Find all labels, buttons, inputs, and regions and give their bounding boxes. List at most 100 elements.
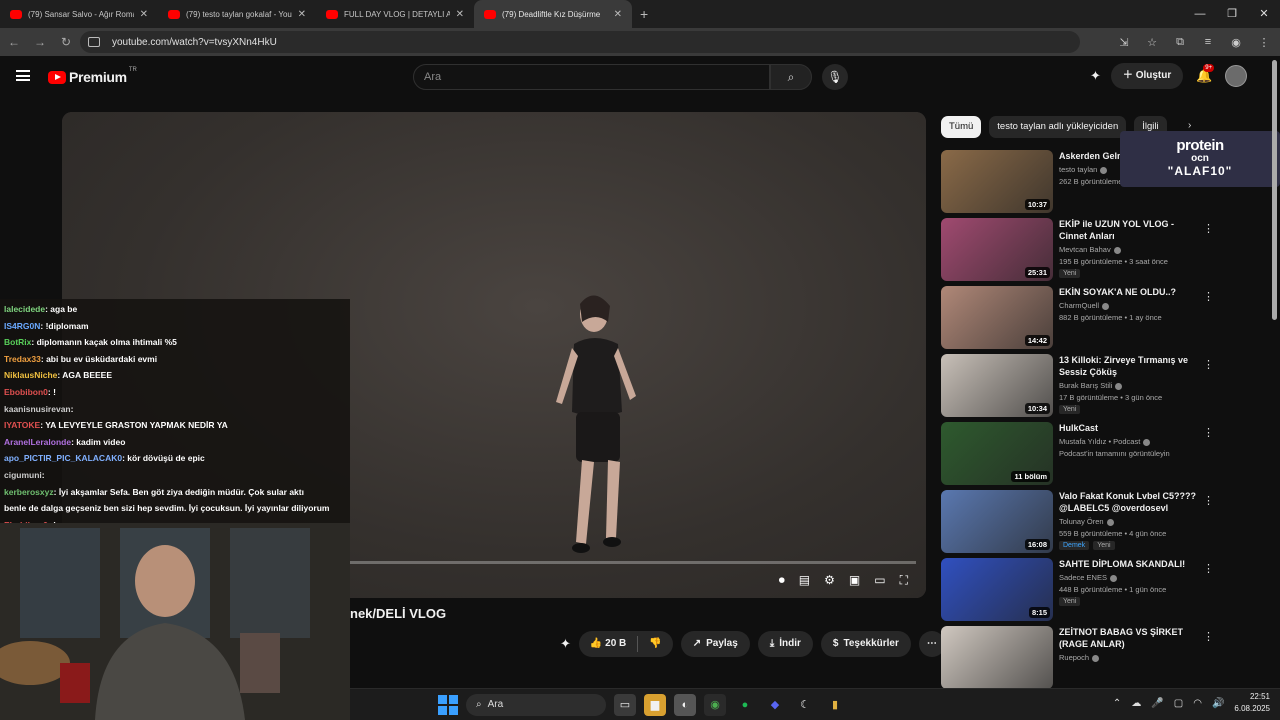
install-icon[interactable]: ⇲ [1116,36,1132,49]
tab-close-icon[interactable]: ✕ [456,9,464,20]
video-thumbnail[interactable]: 10:37 [941,150,1053,213]
chevron-right-icon[interactable]: › [1188,120,1191,131]
subtitles-icon[interactable]: ▤ [799,573,810,587]
more-options-icon[interactable]: ⋮ [1203,222,1214,235]
share-button[interactable]: ↗ Paylaş [680,631,750,657]
task-view-icon[interactable]: ▭ [614,694,636,716]
tray-cloud-icon[interactable]: ☁ [1131,698,1141,709]
autoplay-toggle-icon[interactable]: ⏺ [779,573,785,588]
spotify-icon[interactable]: ● [734,694,756,716]
recommended-video[interactable]: 16:08 Valo Fakat Konuk Lvbel C5???? @LABE… [941,490,1271,558]
recommended-video[interactable]: 14:42 EKİN SOYAK'A NE OLDU..? CharmQuell 88… [941,286,1271,354]
video-title[interactable]: HulkCast [1059,422,1197,434]
forward-icon[interactable]: → [28,35,52,49]
tray-wifi-icon[interactable]: ◠ [1193,698,1202,709]
search-input[interactable]: Ara [413,64,770,90]
recommended-video[interactable]: ZEİTNOT BABAG VS ŞİRKET (RAGE ANLAR) Ruep… [941,626,1271,694]
video-title[interactable]: EKİN SOYAK'A NE OLDU..? [1059,286,1197,298]
filter-chip[interactable]: testo taylan adlı yükleyiciden [989,116,1127,138]
channel-name[interactable]: Sadece ENES [1059,573,1197,582]
close-window-icon[interactable]: ✕ [1248,0,1280,28]
tray-volume-icon[interactable]: 🔊 [1212,698,1224,709]
recommended-video[interactable]: 10:34 13 Killoki: Zirveye Tırmanış ve Ses… [941,354,1271,422]
browser-tab[interactable]: (79) testo taylan gokalaf - YouT ✕ [158,0,316,28]
browser-tab[interactable]: FULL DAY VLOG | DETAYLI ANTRE ✕ [316,0,474,28]
tab-close-icon[interactable]: ✕ [140,9,148,20]
more-options-icon[interactable]: ⋮ [1203,562,1214,575]
more-options-icon[interactable]: ⋮ [1203,630,1214,643]
recommended-video[interactable]: 8:15 SAHTE DİPLOMA SKANDALI! Sadece ENES 44… [941,558,1271,626]
channel-name[interactable]: Ruepoch [1059,653,1197,662]
recommended-video[interactable]: 11 bölüm HulkCast Mustafa Yıldız • Podcast… [941,422,1271,490]
channel-name[interactable]: Mustafa Yıldız • Podcast [1059,437,1197,446]
taskbar-search[interactable]: ⌕ Ara [466,694,606,716]
video-title[interactable]: ZEİTNOT BABAG VS ŞİRKET (RAGE ANLAR) [1059,626,1197,650]
menu-icon[interactable] [16,70,30,81]
tab-close-icon[interactable]: ✕ [614,9,622,20]
thanks-button[interactable]: $ Teşekkürler [820,631,911,657]
theater-mode-icon[interactable]: ▭ [874,573,885,587]
browser-tab[interactable]: (79) Deadliftle Kız Düşürme ✕ [474,0,632,28]
site-info-icon[interactable] [88,37,100,47]
create-button[interactable]: ＋ Oluştur [1110,63,1184,89]
channel-name[interactable]: Mevtcan Bahav [1059,245,1197,254]
premium-icon[interactable]: ✦ [1090,68,1101,84]
minimize-icon[interactable]: — [1184,0,1216,28]
more-options-icon[interactable]: ⋮ [1203,290,1214,303]
tray-mic-icon[interactable]: 🎤 [1151,698,1163,709]
video-title[interactable]: Valo Fakat Konuk Lvbel C5???? @LABELC5 @… [1059,490,1197,514]
video-thumbnail[interactable]: 8:15 [941,558,1053,621]
bookmark-star-icon[interactable]: ☆ [1144,36,1160,49]
app-icon-2[interactable]: ▮ [824,694,846,716]
download-button[interactable]: ⤓ İndir [757,631,813,657]
video-thumbnail[interactable]: 10:34 [941,354,1053,417]
recommended-video[interactable]: 25:31 EKİP ile UZUN YOL VLOG - Cinnet Anl… [941,218,1271,286]
windows-start-icon[interactable] [438,695,458,715]
video-thumbnail[interactable]: 16:08 [941,490,1053,553]
fullscreen-icon[interactable]: ⛶ [900,573,908,588]
channel-name[interactable]: Burak Barış Stili [1059,381,1197,390]
app-icon[interactable]: ☾ [794,694,816,716]
profile-icon[interactable]: ◉ [1228,36,1244,49]
video-title[interactable]: SAHTE DİPLOMA SKANDALI! [1059,558,1197,570]
video-thumbnail[interactable] [941,626,1053,689]
restore-icon[interactable]: ❐ [1216,0,1248,28]
video-title[interactable]: 13 Killoki: Zirveye Tırmanış ve Sessiz Ç… [1059,354,1197,378]
tray-expand-icon[interactable]: ⌃ [1113,698,1121,709]
browser-menu-icon[interactable]: ⋮ [1256,36,1272,49]
dislike-button[interactable]: 👎 [638,631,672,657]
more-options-icon[interactable]: ⋮ [1203,358,1214,371]
notifications-icon[interactable]: 🔔 9+ [1193,64,1215,84]
video-thumbnail[interactable]: 25:31 [941,218,1053,281]
scrollbar-thumb[interactable] [1272,60,1277,320]
page-scrollbar[interactable] [1270,60,1278,690]
back-icon[interactable]: ← [2,35,26,49]
video-thumbnail[interactable]: 14:42 [941,286,1053,349]
media-control-icon[interactable]: ≡ [1200,36,1216,48]
video-thumbnail[interactable]: 11 bölüm [941,422,1053,485]
account-avatar[interactable] [1225,65,1248,87]
search-button[interactable]: ⌕ [770,64,812,90]
file-explorer-icon[interactable]: ▆ [644,694,666,716]
tab-close-icon[interactable]: ✕ [298,9,306,20]
miniplayer-icon[interactable]: ▣ [849,573,860,587]
like-button[interactable]: 👍 20 B [579,631,637,657]
filter-chip[interactable]: Tümü [941,116,982,138]
youtube-logo[interactable]: Premium TR [48,67,137,85]
discord-icon[interactable]: ◆ [764,694,786,716]
more-options-icon[interactable]: ⋮ [1203,494,1214,507]
browser-tab[interactable]: (79) Sansar Salvo - Ağır Roman ✕ [0,0,158,28]
chrome-icon[interactable]: ◉ [704,694,726,716]
voice-search-icon[interactable]: 🎙 [822,64,848,90]
url-bar[interactable]: youtube.com/watch?v=tvsyXNn4HkU [80,31,1080,53]
taskbar-clock[interactable]: 22:51 6.08.2025 [1234,691,1270,715]
more-options-icon[interactable]: ⋮ [1203,426,1214,439]
channel-name[interactable]: CharmQuell [1059,301,1197,310]
settings-gear-icon[interactable]: ⚙ [824,573,835,587]
channel-name[interactable]: Tolunay Ören [1059,517,1197,526]
new-tab-icon[interactable]: + [640,6,648,22]
reload-icon[interactable]: ↻ [54,35,78,49]
video-title[interactable]: EKİP ile UZUN YOL VLOG - Cinnet Anları [1059,218,1197,242]
tray-display-icon[interactable]: ▢ [1174,698,1183,709]
extensions-icon[interactable]: ⧉ [1172,36,1188,49]
